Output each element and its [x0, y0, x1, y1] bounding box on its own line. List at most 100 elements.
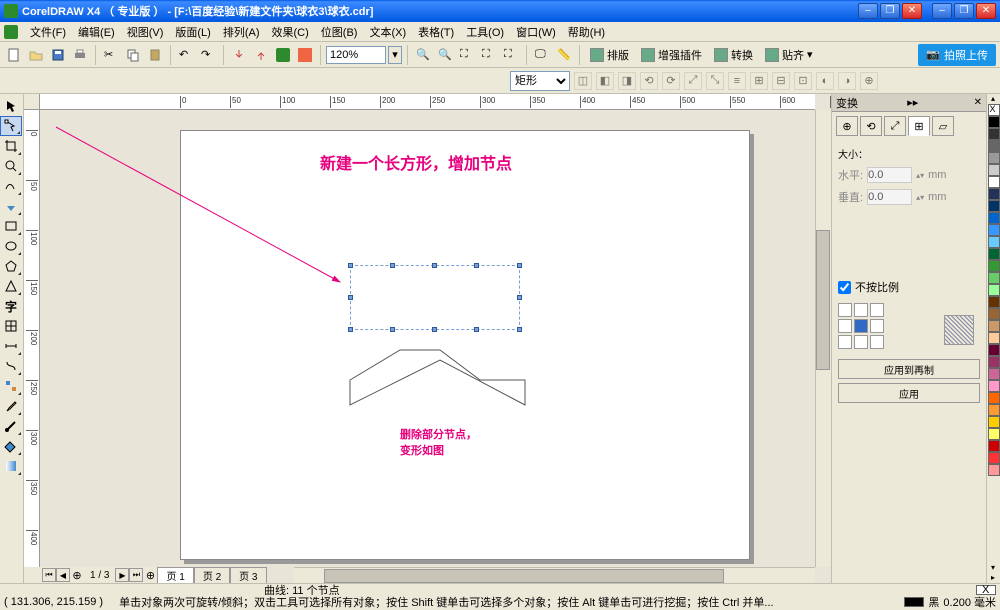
menu-help[interactable]: 帮助(H): [562, 22, 611, 42]
color-swatch[interactable]: [988, 152, 1000, 164]
last-page-button[interactable]: ⏭: [129, 568, 143, 582]
palette-flyout-button[interactable]: ▸: [987, 573, 999, 583]
color-swatch[interactable]: [988, 188, 1000, 200]
color-swatch[interactable]: [988, 452, 1000, 464]
page-tab-2[interactable]: 页 2: [194, 567, 230, 584]
redo-button[interactable]: ↷: [198, 45, 218, 65]
enhance-plugin-button[interactable]: 增强插件: [636, 45, 707, 65]
doc-close-button[interactable]: ✕: [976, 3, 996, 19]
zoom-dropdown[interactable]: ▾: [388, 46, 402, 64]
polygon-tool[interactable]: [0, 256, 22, 276]
rectangle-tool[interactable]: [0, 216, 22, 236]
vertical-scrollbar[interactable]: [815, 110, 831, 567]
color-swatch[interactable]: [988, 272, 1000, 284]
color-swatch[interactable]: [988, 428, 1000, 440]
prop-btn-12[interactable]: ◐: [816, 72, 834, 90]
apply-duplicate-button[interactable]: 应用到再制: [838, 359, 980, 379]
page-tab-3[interactable]: 页 3: [230, 567, 266, 584]
color-swatch[interactable]: [988, 248, 1000, 260]
dimension-tool[interactable]: [0, 336, 22, 356]
vertical-ruler[interactable]: 050100150200250300350400450: [24, 110, 40, 567]
color-swatch[interactable]: [988, 308, 1000, 320]
skew-tab[interactable]: ▱: [932, 116, 954, 136]
menu-text[interactable]: 文本(X): [363, 22, 412, 42]
color-swatch[interactable]: [988, 440, 1000, 452]
menu-bitmap[interactable]: 位图(B): [315, 22, 364, 42]
prop-btn-14[interactable]: ⊕: [860, 72, 878, 90]
color-swatch[interactable]: [988, 392, 1000, 404]
prop-btn-11[interactable]: ⊡: [794, 72, 812, 90]
non-proportional-checkbox[interactable]: 不按比例: [838, 279, 980, 295]
color-swatch[interactable]: [988, 236, 1000, 248]
h-scroll-thumb[interactable]: [324, 569, 724, 583]
color-swatch[interactable]: [988, 332, 1000, 344]
menu-arrange[interactable]: 排列(A): [217, 22, 266, 42]
zoom-all-button[interactable]: ⛶: [501, 45, 521, 65]
maximize-button[interactable]: ❐: [880, 3, 900, 19]
first-page-button[interactable]: ⏮: [42, 568, 56, 582]
prop-btn-8[interactable]: ≡: [728, 72, 746, 90]
ruler-origin[interactable]: [24, 94, 40, 110]
export-button[interactable]: [251, 45, 271, 65]
apply-button[interactable]: 应用: [838, 383, 980, 403]
color-swatch[interactable]: [988, 464, 1000, 476]
color-swatch[interactable]: [988, 140, 1000, 152]
menu-effects[interactable]: 效果(C): [266, 22, 315, 42]
menu-view[interactable]: 视图(V): [121, 22, 170, 42]
photo-upload-button[interactable]: 📷 拍照上传: [918, 44, 996, 66]
prop-btn-10[interactable]: ⊟: [772, 72, 790, 90]
position-tab[interactable]: ⊕: [836, 116, 858, 136]
interactive-tool[interactable]: [0, 376, 22, 396]
horizontal-input[interactable]: [867, 167, 912, 183]
rotate-tab[interactable]: ⟲: [860, 116, 882, 136]
vertical-input[interactable]: [867, 189, 912, 205]
no-fill-swatch[interactable]: [988, 104, 1000, 116]
app-launcher-button[interactable]: [273, 45, 293, 65]
connector-tool[interactable]: [0, 356, 22, 376]
menu-edit[interactable]: 编辑(E): [72, 22, 121, 42]
color-swatch[interactable]: [988, 224, 1000, 236]
smart-fill-tool[interactable]: [0, 196, 22, 216]
size-tab[interactable]: ⊞: [908, 116, 930, 136]
docker-close-button[interactable]: ✕: [974, 97, 982, 108]
prev-page-button[interactable]: ◀: [56, 568, 70, 582]
horizontal-ruler[interactable]: 0501001502002503003504004505005506006507…: [40, 94, 815, 110]
prop-btn-6[interactable]: ⤢: [684, 72, 702, 90]
prop-btn-5[interactable]: ⟳: [662, 72, 680, 90]
open-button[interactable]: [26, 45, 46, 65]
fullscreen-button[interactable]: 🖵: [532, 45, 552, 65]
prop-btn-2[interactable]: ◧: [596, 72, 614, 90]
interactive-fill-tool[interactable]: [0, 456, 22, 476]
eyedropper-tool[interactable]: [0, 396, 22, 416]
canvas[interactable]: 新建一个长方形，增加节点 删除部分节点， 变形如图: [40, 110, 815, 567]
menu-file[interactable]: 文件(F): [24, 22, 72, 42]
color-swatch[interactable]: [988, 356, 1000, 368]
add-page-after-button[interactable]: ⊕: [143, 568, 157, 582]
pick-tool[interactable]: [0, 96, 22, 116]
rulers-button[interactable]: 📏: [554, 45, 574, 65]
page-tab-1[interactable]: 页 1: [157, 567, 193, 584]
color-swatch[interactable]: [988, 320, 1000, 332]
cut-button[interactable]: ✂: [101, 45, 121, 65]
docker-collapse-icon[interactable]: ▸▸: [907, 96, 918, 109]
color-swatch[interactable]: [988, 344, 1000, 356]
zoom-level-input[interactable]: [326, 46, 386, 64]
welcome-button[interactable]: [295, 45, 315, 65]
ellipse-tool[interactable]: [0, 236, 22, 256]
crop-tool[interactable]: [0, 136, 22, 156]
color-swatch[interactable]: [988, 200, 1000, 212]
fill-indicator[interactable]: X: [976, 585, 996, 595]
color-swatch[interactable]: [988, 260, 1000, 272]
prop-btn-1[interactable]: ◫: [574, 72, 592, 90]
import-button[interactable]: [229, 45, 249, 65]
zoom-selection-button[interactable]: ⛶: [479, 45, 499, 65]
color-swatch[interactable]: [988, 176, 1000, 188]
table-tool[interactable]: [0, 316, 22, 336]
prop-btn-3[interactable]: ◨: [618, 72, 636, 90]
snap-button[interactable]: 贴齐▾: [760, 45, 818, 65]
save-button[interactable]: [48, 45, 68, 65]
outline-indicator[interactable]: [904, 597, 924, 607]
selected-rectangle[interactable]: [350, 265, 520, 330]
color-swatch[interactable]: [988, 296, 1000, 308]
minimize-button[interactable]: –: [858, 3, 878, 19]
